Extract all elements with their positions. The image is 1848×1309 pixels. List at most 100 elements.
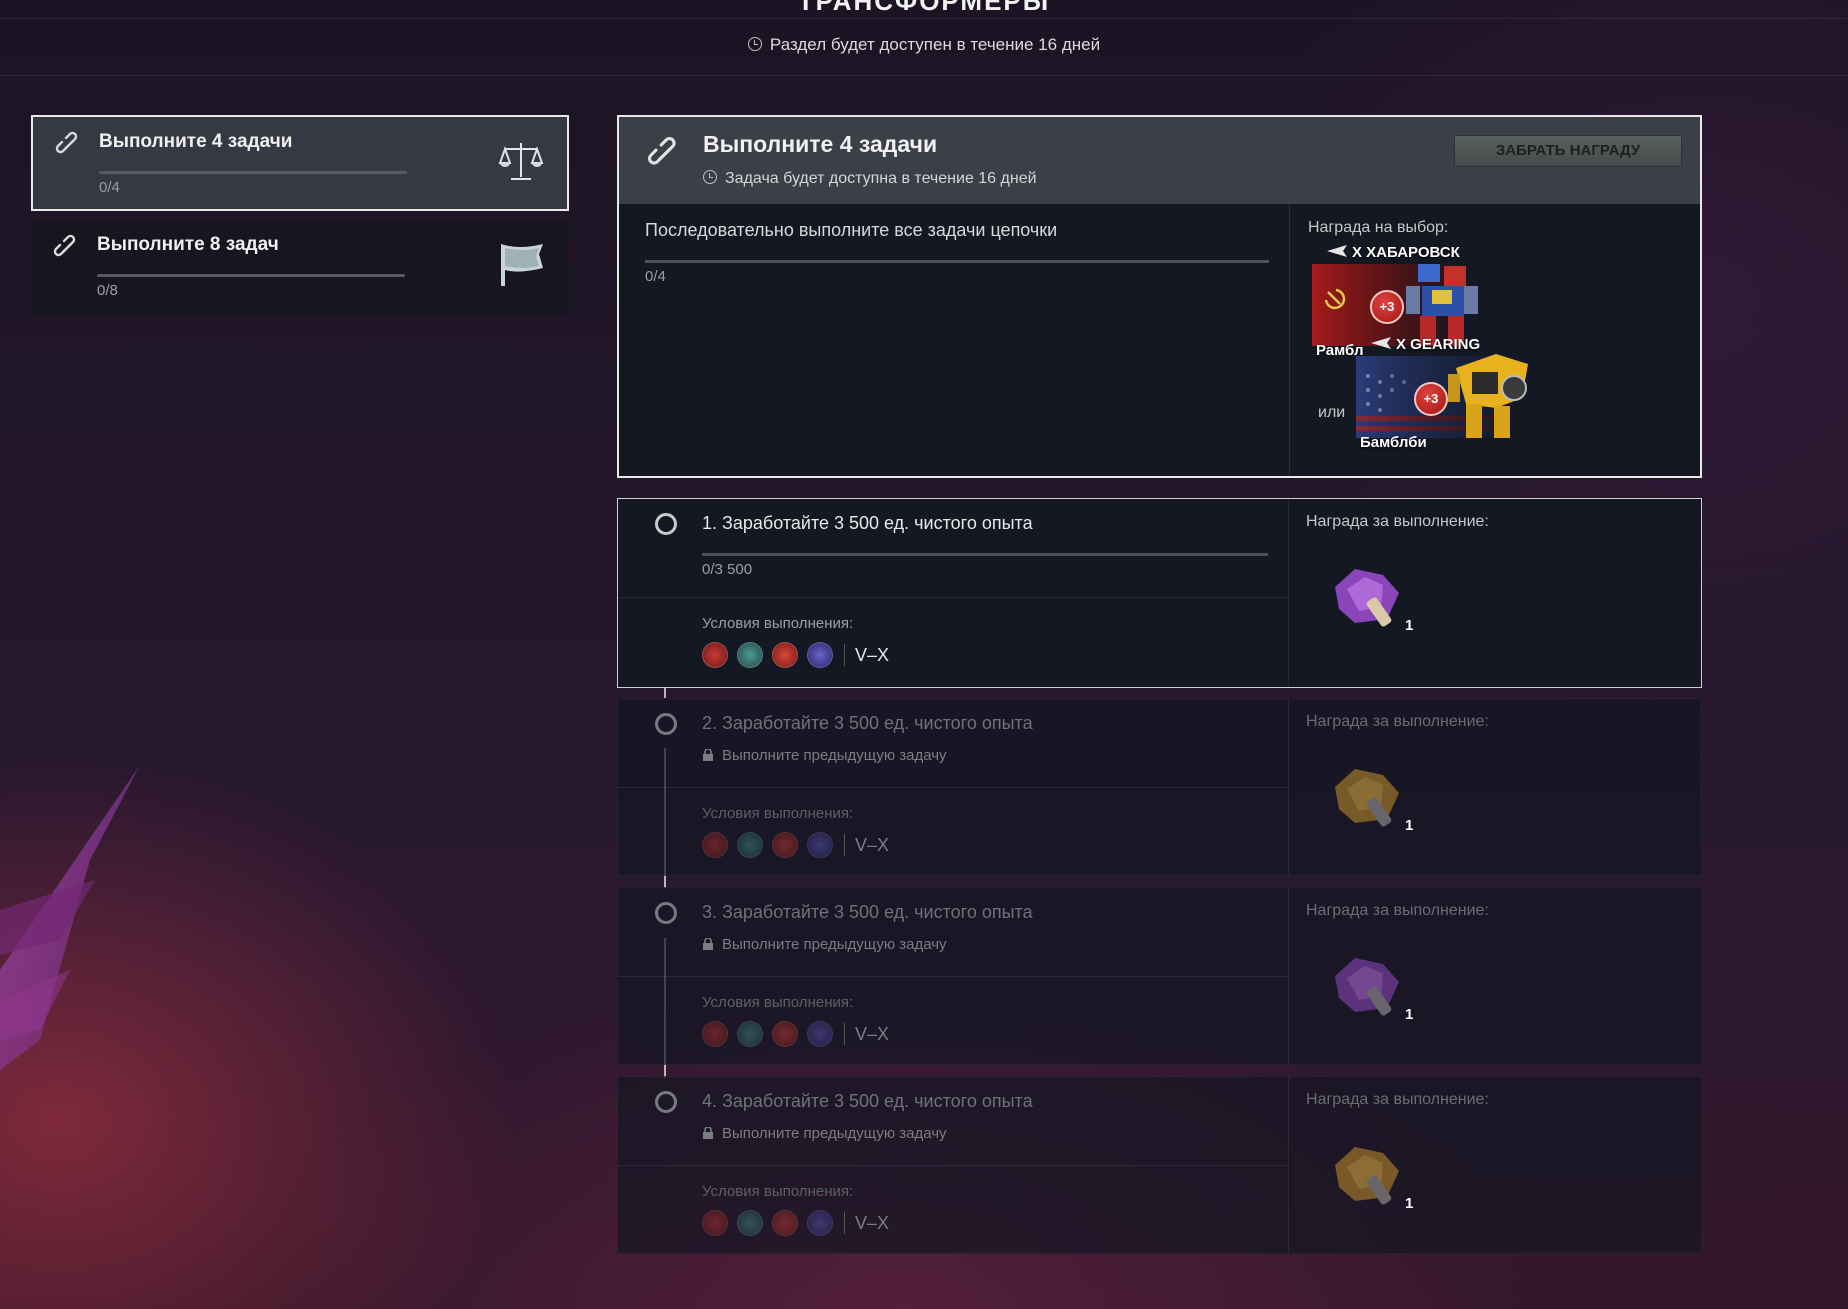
chain-link-icon bbox=[53, 234, 76, 257]
task-row-1[interactable]: 1. Заработайте 3 500 ед. чистого опыта 0… bbox=[617, 498, 1702, 688]
quest-progress-text: 0/4 bbox=[645, 268, 666, 285]
page-header: ТРАНСФОРМЕРЫ Раздел будет доступен в теч… bbox=[0, 0, 1848, 76]
china-icon bbox=[772, 1210, 798, 1236]
task-conditions: V–X bbox=[702, 832, 889, 860]
purple-equipment-icon bbox=[1335, 569, 1399, 627]
task-reward-label: Награда за выполнение: bbox=[1306, 1091, 1489, 1108]
chain-link-icon bbox=[648, 137, 676, 165]
quest-detail-header: Выполните 4 задачи Задача будет доступна… bbox=[619, 117, 1700, 204]
conditions-separator bbox=[844, 1023, 845, 1045]
task-tiers: V–X bbox=[855, 1212, 890, 1233]
task-locked-notice: Выполните предыдущую задачу bbox=[702, 1125, 947, 1142]
quest-detail-timer-text: Задача будет доступна в течение 16 дней bbox=[725, 170, 1037, 187]
task-status-circle bbox=[655, 902, 677, 924]
reward-choice-label: Награда на выбор: bbox=[1308, 219, 1449, 236]
task-divider bbox=[618, 597, 1288, 598]
task-row-4[interactable]: 4. Заработайте 3 500 ед. чистого опыта В… bbox=[617, 1076, 1702, 1254]
ussr-icon bbox=[702, 1210, 728, 1236]
task-reward-section: Награда за выполнение: 1 bbox=[1288, 888, 1701, 1064]
reward-tank-name-text: X GEARING bbox=[1396, 336, 1481, 353]
quest-detail-body: Последовательно выполните все задачи цеп… bbox=[619, 204, 1289, 476]
gold-equipment-icon bbox=[1335, 769, 1399, 827]
clock-icon bbox=[703, 170, 717, 184]
purple-equipment-icon bbox=[1335, 958, 1399, 1016]
reward-choice-section: Награда на выбор: X ХАБАРОВСК +3 Рамбл и… bbox=[1289, 204, 1700, 476]
task-conditions: V–X bbox=[702, 1210, 889, 1238]
lock-icon bbox=[703, 938, 713, 950]
gold-equipment-icon bbox=[1335, 1147, 1399, 1205]
page-title: ТРАНСФОРМЕРЫ bbox=[797, 0, 1051, 16]
task-status-circle bbox=[655, 1091, 677, 1113]
reward-tank-name: X GEARING bbox=[1370, 336, 1480, 353]
task-conditions: V–X bbox=[702, 1021, 889, 1049]
task-reward-section: Награда за выполнение: 1 bbox=[1288, 499, 1701, 687]
conditions-label: Условия выполнения: bbox=[702, 1183, 854, 1200]
reward-character-name: Бамблби bbox=[1360, 434, 1427, 451]
task-reward-label: Награда за выполнение: bbox=[1306, 713, 1489, 730]
tier-icon bbox=[1371, 337, 1391, 349]
conditions-separator bbox=[844, 834, 845, 856]
decepticon-logo bbox=[0, 765, 140, 1070]
quest-card-4-tasks[interactable]: Выполните 4 задачи 0/4 bbox=[31, 115, 569, 211]
bumblebee-robot-icon bbox=[1448, 354, 1528, 438]
reward-tank-name: X ХАБАРОВСК bbox=[1326, 244, 1460, 261]
usa-icon bbox=[807, 642, 833, 668]
usa-icon bbox=[807, 1210, 833, 1236]
conditions-label: Условия выполнения: bbox=[702, 805, 854, 822]
reward-or-label: или bbox=[1318, 404, 1346, 421]
usa-icon bbox=[807, 832, 833, 858]
germany-icon bbox=[737, 642, 763, 668]
task-locked-text: Выполните предыдущую задачу bbox=[722, 747, 947, 764]
task-reward-section: Награда за выполнение: 1 bbox=[1288, 1077, 1701, 1253]
flag-icon bbox=[501, 244, 543, 286]
quest-progress-text: 0/4 bbox=[99, 179, 120, 196]
task-row-2[interactable]: 2. Заработайте 3 500 ед. чистого опыта В… bbox=[617, 698, 1702, 876]
task-locked-notice: Выполните предыдущую задачу bbox=[702, 936, 947, 953]
claim-reward-button[interactable]: ЗАБРАТЬ НАГРАДУ bbox=[1454, 135, 1682, 167]
tier-icon bbox=[1327, 245, 1347, 257]
section-timer-text: Раздел будет доступен в течение 16 дней bbox=[769, 35, 1101, 54]
quest-detail-timer: Задача будет доступна в течение 16 дней bbox=[703, 170, 1037, 188]
quest-card-title: Выполните 8 задач bbox=[97, 234, 279, 255]
germany-icon bbox=[737, 832, 763, 858]
quest-card-8-tasks[interactable]: Выполните 8 задач 0/8 bbox=[31, 220, 569, 316]
task-title: 3. Заработайте 3 500 ед. чистого опыта bbox=[702, 902, 1033, 922]
reward-option-gearing[interactable]: X GEARING +3 Бамблби bbox=[1356, 336, 1586, 452]
task-conditions: V–X bbox=[702, 642, 889, 670]
task-title: 1. Заработайте 3 500 ед. чистого опыта bbox=[702, 513, 1033, 533]
task-row-3[interactable]: 3. Заработайте 3 500 ед. чистого опыта В… bbox=[617, 887, 1702, 1065]
crew-bonus-badge: +3 bbox=[1414, 382, 1448, 416]
task-reward-label: Награда за выполнение: bbox=[1306, 902, 1489, 919]
task-status-circle bbox=[655, 513, 677, 535]
quest-detail-title: Выполните 4 задачи bbox=[703, 131, 938, 157]
china-icon bbox=[772, 1021, 798, 1047]
conditions-separator bbox=[844, 644, 845, 666]
task-divider bbox=[618, 787, 1288, 788]
quest-card-title: Выполните 4 задачи bbox=[99, 131, 293, 152]
lock-icon bbox=[703, 1127, 713, 1139]
quest-progress-bar bbox=[99, 171, 407, 174]
ussr-icon bbox=[702, 642, 728, 668]
section-timer: Раздел будет доступен в течение 16 дней bbox=[0, 35, 1848, 55]
task-reward-count: 1 bbox=[1405, 1195, 1414, 1212]
conditions-label: Условия выполнения: bbox=[702, 615, 854, 632]
task-progress-bar bbox=[702, 553, 1268, 556]
scales-icon bbox=[498, 143, 544, 180]
task-title: 4. Заработайте 3 500 ед. чистого опыта bbox=[702, 1091, 1033, 1111]
germany-icon bbox=[737, 1210, 763, 1236]
task-divider bbox=[618, 1165, 1288, 1166]
conditions-label: Условия выполнения: bbox=[702, 994, 854, 1011]
quest-progress-bar bbox=[645, 260, 1269, 263]
lock-icon bbox=[703, 749, 713, 761]
task-reward-label: Награда за выполнение: bbox=[1306, 513, 1489, 530]
germany-icon bbox=[737, 1021, 763, 1047]
chain-link-icon bbox=[55, 131, 78, 154]
task-title: 2. Заработайте 3 500 ед. чистого опыта bbox=[702, 713, 1033, 733]
task-status-circle bbox=[655, 713, 677, 735]
reward-tank-name-text: X ХАБАРОВСК bbox=[1352, 244, 1460, 261]
conditions-separator bbox=[844, 1212, 845, 1234]
china-icon bbox=[772, 642, 798, 668]
task-locked-notice: Выполните предыдущую задачу bbox=[702, 747, 947, 764]
task-reward-count: 1 bbox=[1405, 817, 1414, 834]
task-tiers: V–X bbox=[855, 644, 890, 665]
